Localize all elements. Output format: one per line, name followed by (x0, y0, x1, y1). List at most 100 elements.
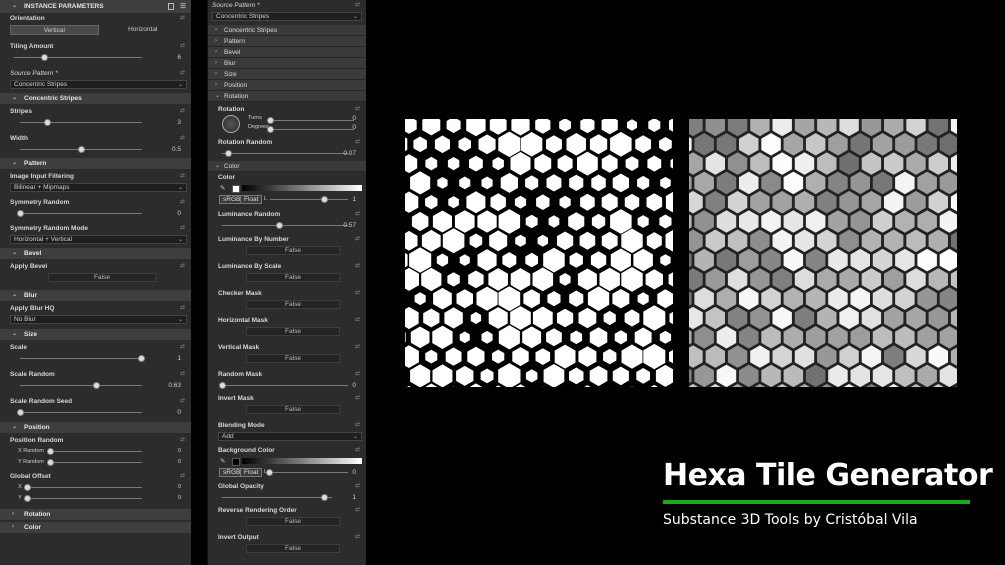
color-swatch[interactable] (232, 185, 240, 193)
section-pattern[interactable]: ⌄ Pattern (0, 158, 191, 169)
scale-seed-knob[interactable] (17, 409, 24, 416)
luminance-random-knob[interactable] (276, 222, 283, 229)
lightness-track[interactable] (270, 199, 348, 200)
source-pattern-select[interactable]: Concentric Stripes ⌄ (10, 80, 187, 89)
scale-slider-track[interactable] (20, 358, 142, 359)
eyedropper-icon[interactable]: ✎ (220, 183, 225, 194)
bg-lightness-track[interactable] (270, 472, 348, 473)
param-menu-icon[interactable]: ⇄ (355, 0, 360, 11)
param-menu-icon[interactable]: ⇄ (180, 41, 185, 52)
section-bevel[interactable]: ⌄ Bevel (0, 248, 191, 259)
luminance-scale-toggle[interactable]: False (246, 273, 340, 282)
stripes-slider-knob[interactable] (44, 119, 51, 126)
section-rotation[interactable]: ⌄ Rotation (208, 91, 366, 102)
source-pattern-select[interactable]: Concentric Stripes ⌄ (212, 12, 362, 21)
offset-x-track[interactable] (26, 487, 142, 488)
param-menu-icon[interactable]: ⇄ (355, 342, 360, 353)
param-menu-icon[interactable]: ⇄ (355, 481, 360, 492)
orientation-toggle[interactable]: Vertical Horizontal (10, 25, 187, 35)
preset-icon[interactable] (168, 3, 174, 10)
blending-mode-select[interactable]: Add ⌄ (218, 432, 362, 441)
scale-value[interactable]: 1 (177, 353, 181, 364)
width-value[interactable]: 0.5 (172, 144, 181, 155)
y-random-track[interactable] (50, 462, 142, 463)
tiling-value[interactable]: 6 (177, 52, 181, 63)
section-size[interactable]: ⌄ Size (0, 329, 191, 340)
x-random-track[interactable] (50, 451, 142, 452)
tiling-slider-track[interactable] (14, 57, 142, 58)
invert-output-toggle[interactable]: False (246, 544, 340, 553)
param-menu-icon[interactable]: ⇄ (355, 445, 360, 456)
background-color-swatch[interactable] (232, 458, 240, 466)
menu-icon[interactable]: ☰ (180, 0, 186, 13)
stripes-slider-track[interactable] (20, 122, 142, 123)
vertical-mask-toggle[interactable]: False (246, 354, 340, 363)
section-color[interactable]: ⌄ Color (208, 161, 366, 172)
eyedropper-icon[interactable]: ✎ (220, 456, 225, 467)
scale-random-knob[interactable] (93, 382, 100, 389)
param-menu-icon[interactable]: ⇄ (180, 68, 185, 79)
reverse-order-toggle[interactable]: False (246, 517, 340, 526)
section-size[interactable]: › Size (208, 69, 366, 80)
turns-value[interactable]: 0 (352, 115, 356, 122)
random-mask-track[interactable] (222, 385, 348, 386)
param-menu-icon[interactable]: ⇄ (180, 171, 185, 182)
offset-x-value[interactable]: 0 (178, 482, 181, 493)
section-pattern[interactable]: › Pattern (208, 36, 366, 47)
rotation-random-knob[interactable] (225, 150, 232, 157)
rotation-random-value[interactable]: 0.07 (343, 148, 356, 159)
section-blur[interactable]: › Blur (208, 58, 366, 69)
degrees-value[interactable]: 0 (352, 124, 356, 131)
global-opacity-track[interactable] (222, 497, 332, 498)
scale-random-track[interactable] (20, 385, 142, 386)
param-menu-icon[interactable]: ⇄ (355, 315, 360, 326)
scale-random-value[interactable]: 0.63 (168, 380, 181, 391)
offset-y-value[interactable]: 0 (178, 493, 181, 504)
bg-lightness-value[interactable]: 0 (352, 467, 356, 478)
float-button[interactable]: Float (240, 195, 263, 204)
color-gradient-bar[interactable] (242, 185, 362, 191)
y-random-value[interactable]: 0 (178, 457, 181, 468)
symmetry-random-value[interactable]: 0 (177, 208, 181, 219)
param-menu-icon[interactable]: ⇄ (180, 261, 185, 272)
scale-seed-track[interactable] (20, 412, 142, 413)
turns-track[interactable] (270, 120, 354, 121)
invert-mask-toggle[interactable]: False (246, 405, 340, 414)
orientation-vertical[interactable]: Vertical (10, 25, 99, 35)
orientation-horizontal[interactable]: Horizontal (99, 25, 188, 35)
section-color[interactable]: › Color (0, 522, 191, 533)
lightness-knob[interactable] (321, 196, 328, 203)
random-mask-knob[interactable] (219, 382, 226, 389)
section-position[interactable]: ⌄ Position (0, 422, 191, 433)
section-rotation[interactable]: › Rotation (0, 509, 191, 520)
instance-parameters-header[interactable]: ⌄ INSTANCE PARAMETERS ☰ (0, 0, 191, 13)
param-menu-icon[interactable]: ⇄ (180, 303, 185, 314)
param-menu-icon[interactable]: ⇄ (355, 288, 360, 299)
param-menu-icon[interactable]: ⇄ (355, 532, 360, 543)
param-menu-icon[interactable]: ⇄ (180, 223, 185, 234)
section-position[interactable]: › Position (208, 80, 366, 91)
rotation-random-track[interactable] (222, 153, 348, 154)
symmetry-random-knob[interactable] (17, 210, 24, 217)
param-menu-icon[interactable]: ⇄ (355, 420, 360, 431)
x-random-value[interactable]: 0 (178, 446, 181, 457)
section-bevel[interactable]: › Bevel (208, 47, 366, 58)
tiling-slider-knob[interactable] (41, 54, 48, 61)
param-menu-icon[interactable]: ⇄ (180, 197, 185, 208)
param-menu-icon[interactable]: ⇄ (180, 471, 185, 482)
global-opacity-knob[interactable] (321, 494, 328, 501)
param-menu-icon[interactable]: ⇄ (355, 104, 360, 115)
luminance-random-value[interactable]: 0.57 (343, 220, 356, 231)
param-menu-icon[interactable]: ⇄ (355, 234, 360, 245)
luminance-number-toggle[interactable]: False (246, 246, 340, 255)
param-menu-icon[interactable]: ⇄ (180, 435, 185, 446)
apply-bevel-toggle[interactable]: False (48, 273, 156, 282)
section-concentric-stripes[interactable]: ⌄ Concentric Stripes (0, 93, 191, 104)
checker-mask-toggle[interactable]: False (246, 300, 340, 309)
width-slider-knob[interactable] (78, 146, 85, 153)
section-concentric-stripes[interactable]: › Concentric Stripes (208, 25, 366, 36)
bg-float-button[interactable]: Float (240, 468, 263, 477)
lightness-value[interactable]: 1 (352, 194, 356, 205)
offset-y-knob[interactable] (24, 495, 31, 502)
param-menu-icon[interactable]: ⇄ (180, 133, 185, 144)
